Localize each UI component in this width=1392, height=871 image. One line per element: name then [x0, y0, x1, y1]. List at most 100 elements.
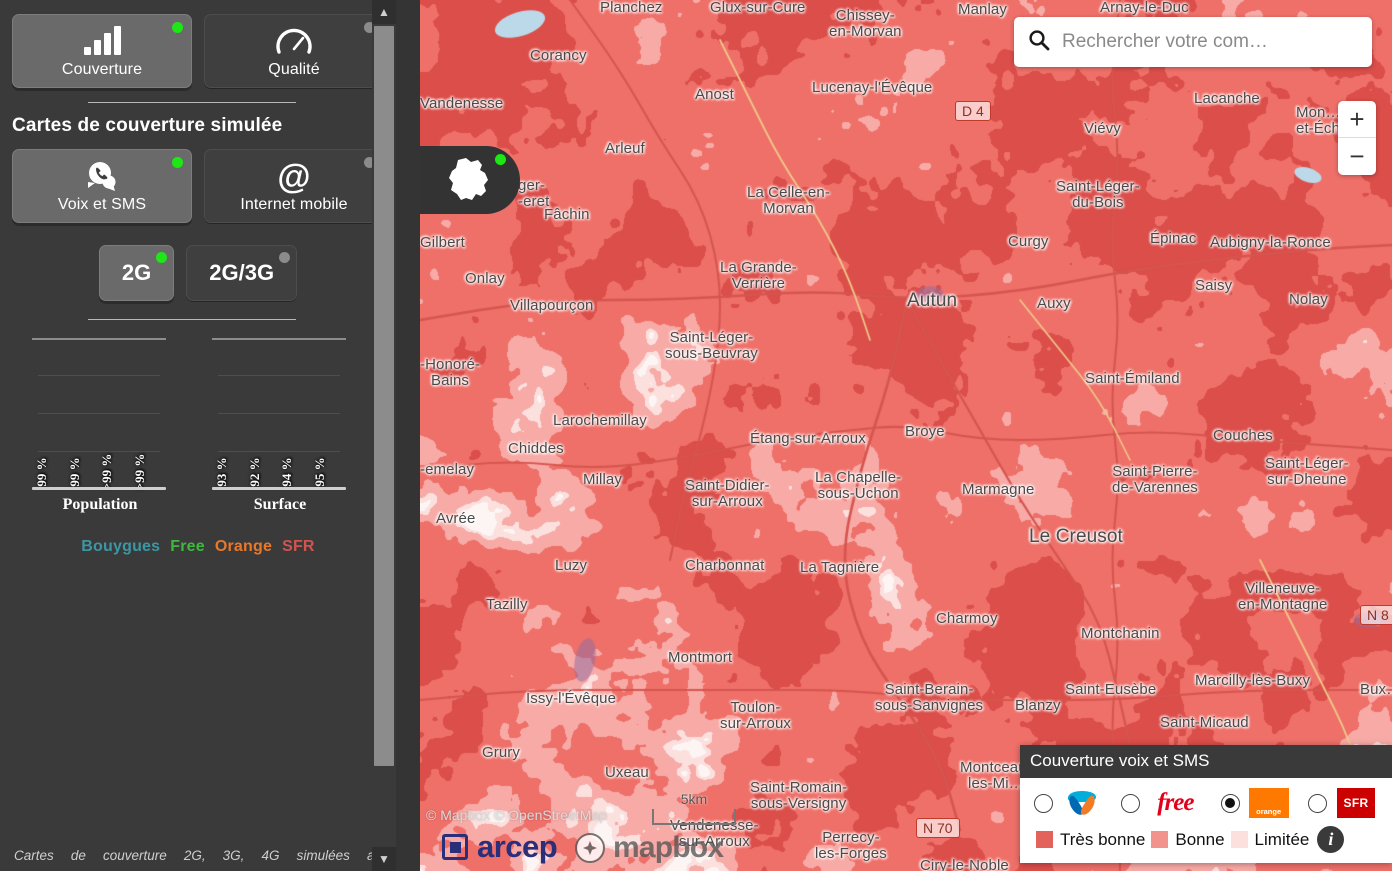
generation-button-row: 2G 2G/3G — [0, 245, 396, 301]
chart-bars: 93 % 92 % 94 % 95 % — [214, 338, 340, 490]
orange-logo: orange — [1247, 788, 1291, 818]
free-logo: free — [1157, 789, 1194, 816]
map-scale-label: 5km — [680, 791, 708, 807]
operator-radio[interactable] — [1121, 793, 1141, 813]
search-container[interactable] — [1014, 17, 1372, 67]
chart-operator-legend: Bouygues Free Orange SFR — [10, 538, 386, 556]
map-coverage-raster — [420, 0, 1392, 871]
control-sidebar: Couverture Qualité Cartes de couverture … — [0, 0, 396, 871]
quality-legend-label: Limitée — [1254, 829, 1310, 849]
mode-button-label: Qualité — [268, 61, 320, 78]
mode-button-label: Couverture — [61, 61, 143, 78]
chart-group-population: 99 % 99 % >99 % >99 % Population — [10, 326, 190, 513]
arcep-wordmark: arcep — [477, 829, 558, 864]
operator-option-bouygues[interactable] — [1034, 788, 1104, 818]
bouygues-logo — [1060, 788, 1104, 818]
search-input[interactable] — [1062, 31, 1358, 53]
legend-panel-title: Couverture voix et SMS — [1020, 745, 1392, 778]
status-dot-inactive — [279, 252, 291, 263]
service-button-internet-mobile[interactable]: @ Internet mobile — [204, 149, 384, 223]
sfr-logo: SFR — [1334, 788, 1378, 818]
operator-selector-row: free orange SFR — [1030, 786, 1382, 824]
generation-button-2g[interactable]: 2G — [98, 245, 175, 301]
mode-button-qualite[interactable]: Qualité — [204, 14, 384, 88]
coverage-map[interactable]: Corancy Anost Chissey- en-Morvan Manlay Arna… — [420, 0, 1392, 871]
chart-bar-value-label: >99 % — [131, 453, 147, 491]
mode-button-row: Couverture Qualité — [0, 0, 396, 88]
sidebar-divider-top — [88, 102, 296, 103]
chart-legend-sfr: SFR — [282, 538, 315, 555]
signal-bars-icon — [21, 25, 183, 59]
map-attribution: © Mapbox © OpenStreetMap — [426, 807, 607, 823]
operator-radio[interactable] — [1220, 793, 1240, 813]
quality-legend-row: Très bonne Bonne Limitée i — [1030, 824, 1382, 853]
sidebar-scrollbar[interactable]: ▲ ▼ — [372, 0, 396, 871]
sidebar-footnote: Cartes de couverture 2G, 3G, 4G simulées… — [14, 848, 382, 863]
service-button-label: Voix et SMS — [57, 196, 147, 213]
info-button[interactable]: i — [1317, 826, 1345, 853]
map-road-shield: N 8 — [1360, 605, 1392, 625]
chart-legend-orange: Orange — [214, 538, 273, 555]
quality-legend-item: Très bonne — [1036, 830, 1145, 850]
mapbox-wordmark: mapbox — [613, 831, 724, 864]
map-road-shield: D 4 — [955, 101, 991, 121]
quality-legend-label: Bonne — [1175, 829, 1225, 849]
operator-option-orange[interactable]: orange — [1220, 788, 1291, 818]
sidebar-divider-bottom — [88, 319, 296, 320]
map-scale-bar: 5km — [652, 791, 736, 825]
generation-button-2g3g[interactable]: 2G/3G — [186, 245, 298, 301]
status-dot-active — [156, 252, 168, 263]
chart-legend-bouygues: Bouygues — [81, 538, 161, 555]
generation-button-label: 2G/3G — [209, 260, 275, 285]
operator-option-free[interactable]: free — [1121, 788, 1203, 818]
arcep-mark-icon — [442, 834, 468, 860]
chart-group-label: Population — [62, 496, 138, 513]
chart-bar-value-label: 93 % — [214, 457, 230, 487]
chart-bar-value-label: 92 % — [246, 457, 262, 487]
chart-plot: 99 % 99 % >99 % >99 % — [32, 338, 166, 491]
chart-plot-area: 99 % 99 % >99 % >99 % Population 93 % 92 % 94 %… — [10, 326, 386, 513]
zoom-out-button[interactable]: − — [1338, 138, 1376, 175]
search-icon — [1028, 29, 1050, 56]
scroll-down-icon[interactable]: ▼ — [372, 847, 396, 871]
quality-legend-label: Très bonne — [1060, 829, 1146, 849]
chart-bar-value-label: 95 % — [311, 457, 327, 487]
chart-bars: 99 % 99 % >99 % >99 % — [34, 338, 160, 491]
service-button-label: Internet mobile — [240, 196, 348, 213]
map-zoom-controls[interactable]: + − — [1338, 101, 1376, 175]
mapbox-logo: mapbox — [575, 831, 724, 865]
quality-color-swatch — [1036, 831, 1053, 848]
at-sign-icon: @ — [277, 158, 311, 196]
chart-group-label: Surface — [253, 496, 307, 513]
coverage-bar-chart: 99 % 99 % >99 % >99 % Population 93 % 92 % 94 %… — [0, 326, 396, 556]
arcep-logo: arcep — [442, 829, 558, 865]
coverage-legend-panel: Couverture voix et SMS free orange SFR Trè… — [1020, 745, 1392, 863]
france-outline-icon — [449, 158, 488, 200]
service-button-voix-sms[interactable]: Voix et SMS — [12, 149, 192, 223]
generation-button-label: 2G — [121, 260, 152, 285]
chart-bar-value-label: 99 % — [34, 457, 50, 487]
chart-bar-value-label: 99 % — [66, 457, 82, 487]
mapbox-mark-icon — [575, 833, 605, 863]
operator-radio[interactable] — [1034, 793, 1053, 813]
phone-bubble-icon — [21, 160, 183, 194]
quality-color-swatch — [1151, 831, 1169, 848]
status-dot-active — [172, 157, 183, 168]
status-dot-active — [172, 22, 183, 33]
mode-button-couverture[interactable]: Couverture — [12, 14, 192, 88]
zoom-in-button[interactable]: + — [1338, 101, 1376, 138]
france-overview-button[interactable] — [420, 146, 520, 214]
operator-radio[interactable] — [1307, 793, 1327, 813]
chart-bar-value-label: >99 % — [99, 453, 115, 491]
legend-panel-body: free orange SFR Très bonne Bonne Limitée i — [1020, 778, 1392, 863]
scroll-up-icon[interactable]: ▲ — [372, 0, 396, 24]
status-dot-active — [495, 154, 506, 165]
chart-baseline — [32, 487, 166, 490]
speedometer-icon — [213, 25, 375, 59]
chart-legend-free: Free — [170, 538, 205, 555]
chart-plot: 93 % 92 % 94 % 95 % — [212, 338, 346, 490]
quality-color-swatch — [1230, 831, 1248, 848]
chart-baseline — [212, 487, 346, 490]
operator-option-sfr[interactable]: SFR — [1307, 788, 1378, 818]
scrollbar-thumb[interactable] — [374, 26, 394, 766]
